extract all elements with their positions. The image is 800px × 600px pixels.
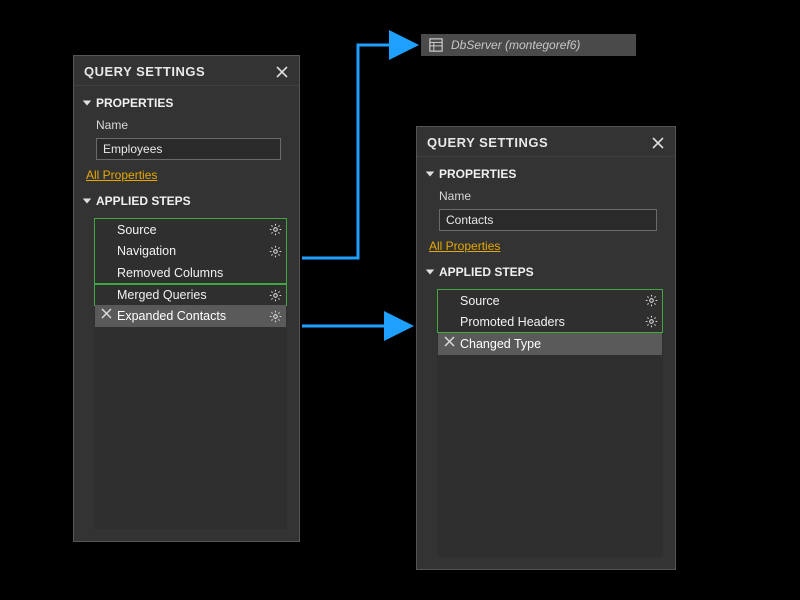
- gear-icon[interactable]: [644, 315, 658, 329]
- gear-icon[interactable]: [268, 223, 282, 237]
- name-field-label: Name: [423, 187, 669, 205]
- query-settings-panel-left: QUERY SETTINGS PROPERTIES Name All Prope…: [73, 55, 300, 542]
- applied-steps-list: Source Promoted Headers Changed Type: [437, 289, 663, 557]
- properties-label: PROPERTIES: [96, 96, 173, 110]
- name-field-label: Name: [80, 116, 293, 134]
- gear-icon[interactable]: [268, 309, 282, 323]
- db-server-tag[interactable]: DbServer (montegoref6): [421, 34, 636, 56]
- step-label: Expanded Contacts: [117, 309, 268, 323]
- step-removed-columns[interactable]: Removed Columns: [94, 262, 287, 284]
- applied-steps-label: APPLIED STEPS: [96, 194, 191, 208]
- gear-icon[interactable]: [268, 288, 282, 302]
- all-properties-link[interactable]: All Properties: [429, 239, 665, 253]
- panel-title: QUERY SETTINGS: [427, 135, 548, 150]
- panel-header: QUERY SETTINGS: [417, 127, 675, 157]
- applied-steps-list: Source Navigation Removed Columns Merged…: [94, 218, 287, 529]
- applied-steps-label: APPLIED STEPS: [439, 265, 534, 279]
- step-label: Changed Type: [460, 337, 658, 351]
- applied-steps-section-header[interactable]: APPLIED STEPS: [423, 261, 669, 283]
- caret-down-icon: [83, 100, 92, 105]
- applied-steps-section-header[interactable]: APPLIED STEPS: [80, 190, 293, 212]
- all-properties-link[interactable]: All Properties: [86, 168, 289, 182]
- step-merged-queries[interactable]: Merged Queries: [94, 284, 287, 306]
- step-expanded-contacts[interactable]: Expanded Contacts: [95, 305, 286, 327]
- panel-body: PROPERTIES Name All Properties APPLIED S…: [74, 86, 299, 541]
- step-changed-type[interactable]: Changed Type: [438, 333, 662, 355]
- close-button[interactable]: [651, 136, 665, 150]
- name-input[interactable]: [96, 138, 281, 160]
- caret-down-icon: [426, 269, 435, 274]
- panel-header: QUERY SETTINGS: [74, 56, 299, 86]
- caret-down-icon: [426, 171, 435, 176]
- database-icon: [429, 38, 443, 52]
- step-promoted-headers[interactable]: Promoted Headers: [437, 311, 663, 333]
- caret-down-icon: [83, 198, 92, 203]
- step-label: Navigation: [117, 244, 268, 258]
- gear-icon[interactable]: [644, 294, 658, 308]
- properties-section-header[interactable]: PROPERTIES: [423, 163, 669, 185]
- step-navigation[interactable]: Navigation: [94, 240, 287, 262]
- step-label: Source: [460, 294, 644, 308]
- step-source[interactable]: Source: [437, 289, 663, 311]
- step-source[interactable]: Source: [94, 218, 287, 240]
- panel-body: PROPERTIES Name All Properties APPLIED S…: [417, 157, 675, 569]
- close-button[interactable]: [275, 65, 289, 79]
- gear-icon[interactable]: [268, 244, 282, 258]
- properties-label: PROPERTIES: [439, 167, 516, 181]
- step-label: Merged Queries: [117, 288, 268, 302]
- db-server-label: DbServer (montegoref6): [451, 38, 580, 52]
- step-label: Source: [117, 223, 268, 237]
- step-label: Promoted Headers: [460, 315, 644, 329]
- properties-section-header[interactable]: PROPERTIES: [80, 92, 293, 114]
- step-label: Removed Columns: [117, 266, 282, 280]
- panel-title: QUERY SETTINGS: [84, 64, 205, 79]
- query-settings-panel-right: QUERY SETTINGS PROPERTIES Name All Prope…: [416, 126, 676, 570]
- delete-step-icon[interactable]: [444, 336, 456, 348]
- name-input[interactable]: [439, 209, 657, 231]
- delete-step-icon[interactable]: [101, 308, 113, 320]
